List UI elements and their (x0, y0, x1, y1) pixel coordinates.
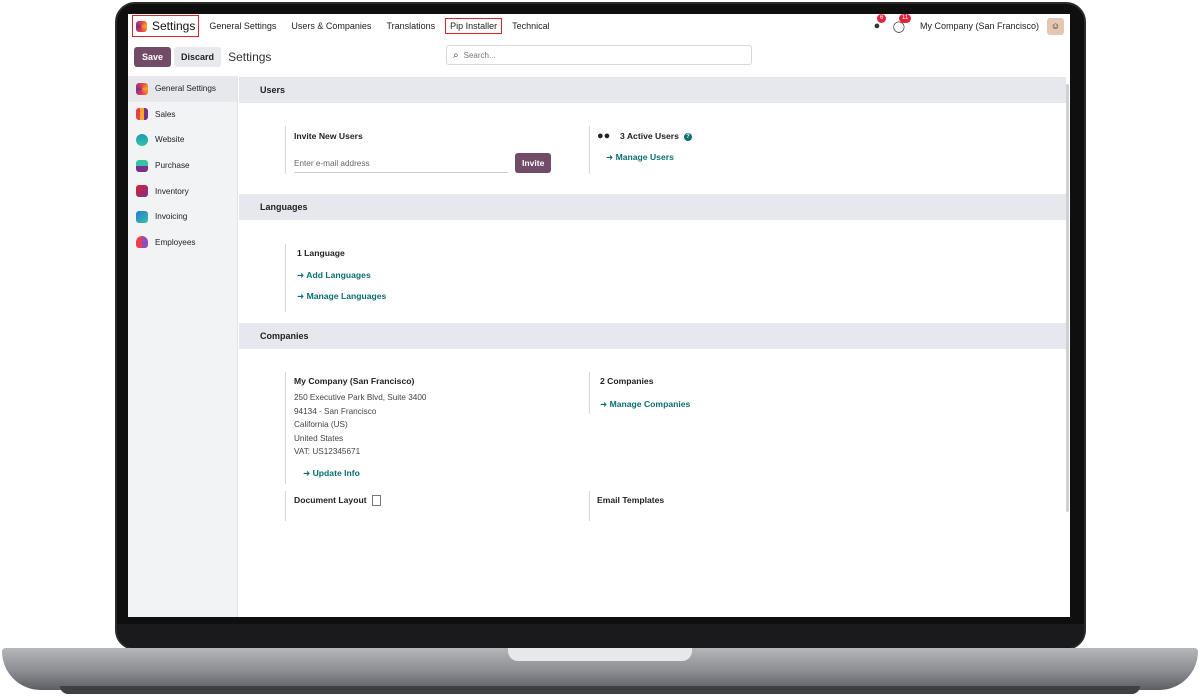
sidebar-item-invoicing[interactable]: Invoicing (128, 204, 237, 230)
activity-clock-icon[interactable]: ◯ 11 (892, 14, 912, 33)
search-input[interactable]: ⌕ Search... (446, 45, 752, 65)
company-address-line: 94134 - San Francisco (294, 407, 377, 416)
sidebar-item-label: Website (155, 135, 185, 145)
section-companies-header: Companies (239, 323, 1066, 349)
discard-button[interactable]: Discard (174, 47, 222, 67)
company-vat: VAT: US12345671 (294, 447, 361, 456)
nav-technical[interactable]: Technical (507, 18, 555, 34)
inventory-icon (136, 185, 148, 198)
nav-general-settings[interactable]: General Settings (204, 18, 281, 34)
manage-languages-link[interactable]: ➜ Manage Languages (297, 291, 386, 302)
settings-content: Users Invite New Users Enter e-mail addr… (239, 76, 1070, 617)
user-avatar[interactable]: ☺ (1047, 17, 1064, 35)
sidebar-item-label: General Settings (155, 84, 216, 94)
activity-badge: 11 (898, 14, 912, 23)
laptop-notch (508, 648, 692, 661)
chat-badge: 6 (876, 14, 887, 23)
divider (589, 126, 590, 174)
sidebar-item-label: Purchase (155, 161, 190, 171)
email-placeholder: Enter e-mail address (294, 159, 370, 168)
website-icon (136, 133, 148, 146)
document-layout-label: Document Layout (294, 495, 381, 507)
users-group-icon: ●● (597, 130, 611, 142)
company-address-line: United States (294, 434, 344, 443)
sidebar-item-purchase[interactable]: Purchase (128, 153, 237, 179)
sales-icon (136, 108, 148, 121)
sidebar-item-inventory[interactable]: Inventory (128, 178, 237, 204)
add-languages-link[interactable]: ➜ Add Languages (297, 270, 371, 281)
employees-icon (136, 236, 148, 249)
sidebar-item-label: Invoicing (155, 212, 188, 222)
app-title: Settings (152, 19, 196, 33)
nav-users-companies[interactable]: Users & Companies (286, 18, 376, 34)
sidebar-item-sales[interactable]: Sales (128, 102, 237, 128)
invite-button[interactable]: Invite (515, 153, 552, 173)
section-languages-header: Languages (239, 194, 1066, 220)
control-panel: Save Discard Settings ⌕ Search... (128, 42, 1070, 72)
nav-translations[interactable]: Translations (381, 18, 440, 34)
invite-users-label: Invite New Users (294, 131, 363, 141)
laptop-mockup: Settings General Settings Users & Compan… (0, 0, 1200, 697)
invite-email-input[interactable]: Enter e-mail address (294, 157, 508, 173)
divider (285, 491, 286, 521)
general-settings-icon (136, 82, 148, 95)
app-brand-highlight[interactable]: Settings (132, 15, 200, 37)
laptop-base-edge (60, 686, 1140, 694)
chat-icon[interactable]: ● 6 (870, 14, 887, 33)
app-screen: Settings General Settings Users & Compan… (128, 14, 1070, 617)
purchase-icon (136, 159, 148, 172)
help-icon[interactable]: ? (683, 132, 692, 141)
company-address-line: California (US) (294, 420, 348, 429)
settings-app-icon (136, 20, 147, 32)
sidebar-item-label: Employees (155, 237, 196, 247)
sidebar-item-label: Sales (155, 109, 176, 119)
company-address-line: 250 Executive Park Blvd, Suite 3400 (294, 393, 427, 402)
nav-pip-installer[interactable]: Pip Installer (445, 18, 503, 34)
save-button[interactable]: Save (134, 47, 172, 67)
invoicing-icon (136, 210, 148, 223)
language-count: 1 Language (297, 248, 345, 258)
building-icon (371, 495, 381, 507)
divider (589, 491, 590, 521)
email-templates-label: Email Templates (597, 495, 665, 505)
sidebar-item-website[interactable]: Website (128, 127, 237, 153)
manage-users-link[interactable]: ➜ Manage Users (606, 152, 674, 163)
company-name: My Company (San Francisco) (294, 376, 415, 386)
divider (285, 244, 286, 312)
breadcrumb-title: Settings (228, 50, 272, 64)
laptop-chin (117, 624, 1084, 648)
update-info-link[interactable]: ➜ Update Info (303, 468, 360, 479)
content-scrollbar[interactable] (1066, 84, 1069, 512)
section-users-header: Users (239, 77, 1066, 103)
divider (285, 126, 286, 174)
divider (589, 372, 590, 414)
active-users-count: 3 Active Users? (620, 131, 692, 141)
settings-sidebar: General Settings Sales Website Purchase … (128, 76, 238, 617)
navbar-right: ● 6 ◯ 11 My Company (San Francisco) ☺ (870, 14, 1070, 38)
sidebar-item-label: Inventory (155, 186, 189, 196)
search-placeholder: Search... (463, 50, 496, 60)
companies-count: 2 Companies (600, 376, 654, 386)
company-switcher[interactable]: My Company (San Francisco) (920, 21, 1039, 31)
manage-companies-link[interactable]: ➜ Manage Companies (600, 399, 690, 410)
top-navbar: Settings General Settings Users & Compan… (128, 14, 1070, 38)
search-icon: ⌕ (453, 49, 459, 61)
sidebar-item-employees[interactable]: Employees (128, 230, 237, 256)
sidebar-item-general-settings[interactable]: General Settings (128, 76, 237, 102)
divider (285, 372, 286, 484)
